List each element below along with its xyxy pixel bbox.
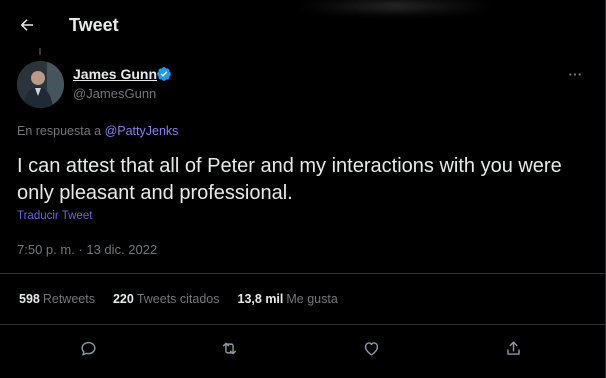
likes-count: 13,8 mil — [237, 292, 284, 306]
reply-icon — [80, 341, 96, 356]
share-icon — [506, 340, 520, 355]
divider — [0, 324, 605, 325]
reply-button[interactable] — [73, 334, 103, 362]
back-button[interactable] — [14, 12, 40, 38]
reply-to-link[interactable]: @PattyJenks — [105, 124, 179, 138]
likes-label: Me gusta — [286, 292, 338, 306]
action-bar — [0, 334, 605, 364]
more-horizontal-icon — [569, 72, 581, 76]
tweet-timestamp[interactable]: 7:50 p. m. · 13 dic. 2022 — [17, 242, 157, 257]
heart-icon — [364, 341, 378, 356]
arrow-left-icon — [20, 19, 33, 31]
tweet-stats: 598 Retweets 220 Tweets citados 13,8 mil Me… — [19, 292, 356, 306]
thread-connector — [39, 48, 41, 55]
author-name[interactable]: James Gunn — [73, 66, 157, 82]
more-options-button[interactable] — [566, 66, 584, 82]
author-handle[interactable]: @JamesGunn — [73, 86, 156, 101]
divider — [0, 273, 605, 274]
avatar[interactable] — [17, 61, 64, 108]
retweet-button[interactable] — [214, 334, 244, 362]
like-button[interactable] — [356, 334, 386, 362]
reply-context: En respuesta a @PattyJenks — [17, 124, 178, 138]
reply-prefix: En respuesta a — [17, 124, 102, 138]
tweet-text: I can attest that all of Peter and my in… — [17, 155, 562, 204]
quotes-label: Tweets citados — [136, 292, 220, 306]
verified-badge-icon — [157, 67, 171, 81]
translate-tweet-link[interactable]: Traducir Tweet — [17, 210, 92, 222]
tweet-page: Tweet James Gunn @JamesGunn En respuesta… — [0, 0, 606, 378]
quotes-stat[interactable]: 220 Tweets citados — [113, 292, 220, 306]
page-title: Tweet — [69, 15, 119, 35]
retweet-icon — [222, 342, 236, 354]
header: Tweet — [0, 0, 605, 52]
share-button[interactable] — [498, 334, 528, 362]
retweets-label: Retweets — [42, 292, 95, 306]
retweets-count: 598 — [19, 292, 40, 306]
retweets-stat[interactable]: 598 Retweets — [19, 292, 95, 306]
quotes-count: 220 — [112, 292, 134, 306]
likes-stat[interactable]: 13,8 mil Me gusta — [238, 292, 338, 306]
avatar-image — [17, 61, 64, 108]
